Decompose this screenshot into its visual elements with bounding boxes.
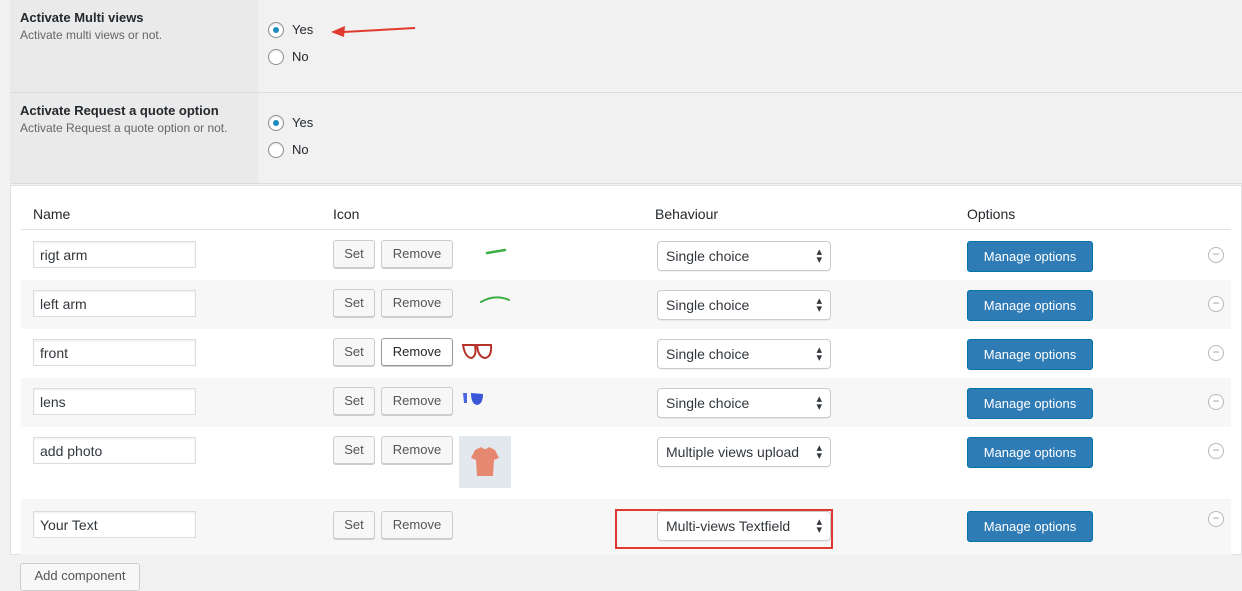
remove-button[interactable]: Remove: [381, 511, 453, 539]
setting-request-quote: Activate Request a quote option Activate…: [10, 93, 1242, 183]
remove-button[interactable]: Remove: [381, 436, 453, 464]
radio-yes[interactable]: Yes: [268, 109, 1242, 136]
manage-options-button[interactable]: Manage options: [967, 511, 1093, 542]
divider: [10, 183, 1242, 184]
radio-label: No: [292, 49, 309, 64]
glasses-frame-icon: [459, 339, 529, 365]
setting-title: Activate Request a quote option: [20, 103, 219, 118]
header-icon: Icon: [333, 206, 360, 222]
manage-options-button[interactable]: Manage options: [967, 241, 1093, 272]
select-value: Single choice: [666, 248, 750, 264]
radio-group: Yes No: [258, 0, 1242, 92]
components-table: Name Icon Behaviour Options rigt arm Set…: [10, 185, 1242, 555]
behaviour-select[interactable]: Multi-views Textfield ▴ ▾: [657, 511, 831, 541]
radio-yes[interactable]: Yes: [268, 16, 1242, 43]
behaviour-select[interactable]: Single choice ▴ ▾: [657, 388, 831, 418]
select-value: Single choice: [666, 346, 750, 362]
setting-label: Activate Multi views Activate multi view…: [10, 0, 258, 92]
table-row: Your Text Set Remove Multi-views Textfie…: [21, 499, 1231, 555]
select-value: Single choice: [666, 297, 750, 313]
blue-lens-icon: [463, 393, 483, 405]
radio-button[interactable]: [268, 21, 284, 38]
behaviour-select[interactable]: Single choice ▴ ▾: [657, 241, 831, 271]
component-name-input[interactable]: lens: [33, 388, 196, 415]
remove-button[interactable]: Remove: [381, 387, 453, 415]
header-behaviour: Behaviour: [655, 206, 719, 222]
set-button[interactable]: Set: [333, 289, 375, 317]
behaviour-select[interactable]: Single choice ▴ ▾: [657, 290, 831, 320]
remove-row-icon[interactable]: −: [1208, 511, 1224, 527]
select-arrows-icon: ▴ ▾: [816, 246, 822, 266]
annotation-arrow-icon: [331, 25, 416, 37]
set-button[interactable]: Set: [333, 436, 375, 464]
add-component-button[interactable]: Add component: [20, 563, 140, 591]
table-row: left arm Set Remove Single choice ▴ ▾ Man…: [21, 280, 1231, 329]
set-button[interactable]: Set: [333, 338, 375, 366]
header-options: Options: [967, 206, 1016, 222]
radio-group: Yes No: [258, 93, 1242, 183]
select-value: Multi-views Textfield: [666, 518, 791, 534]
table-header: Name Icon Behaviour Options: [21, 186, 1231, 230]
component-name-input[interactable]: front: [33, 339, 196, 366]
set-button[interactable]: Set: [333, 387, 375, 415]
remove-button[interactable]: Remove: [381, 240, 453, 268]
green-arm-stroke-icon: [485, 248, 507, 255]
manage-options-button[interactable]: Manage options: [967, 437, 1093, 468]
behaviour-select[interactable]: Single choice ▴ ▾: [657, 339, 831, 369]
table-row: lens Set Remove Single choice ▴ ▾ Manage …: [21, 378, 1231, 427]
radio-no[interactable]: No: [268, 136, 1242, 163]
component-name-input[interactable]: left arm: [33, 290, 196, 317]
setting-title: Activate Multi views: [20, 10, 144, 25]
remove-button[interactable]: Remove: [381, 289, 453, 317]
remove-row-icon[interactable]: −: [1208, 345, 1224, 361]
select-arrows-icon: ▴ ▾: [816, 295, 822, 315]
setting-label: Activate Request a quote option Activate…: [10, 93, 258, 183]
set-button[interactable]: Set: [333, 511, 375, 539]
green-arc-icon: [480, 296, 510, 303]
radio-button[interactable]: [268, 141, 284, 158]
setting-description: Activate Request a quote option or not.: [20, 121, 228, 135]
behaviour-select[interactable]: Multiple views upload ▴ ▾: [657, 437, 831, 467]
select-arrows-icon: ▴ ▾: [816, 442, 822, 462]
manage-options-button[interactable]: Manage options: [967, 290, 1093, 321]
radio-label: Yes: [292, 22, 314, 37]
remove-row-icon[interactable]: −: [1208, 443, 1224, 459]
radio-no[interactable]: No: [268, 43, 1242, 70]
radio-label: No: [292, 142, 309, 157]
manage-options-button[interactable]: Manage options: [967, 339, 1093, 370]
select-arrows-icon: ▴ ▾: [816, 393, 822, 413]
remove-button[interactable]: Remove: [381, 338, 453, 366]
radio-label: Yes: [292, 115, 314, 130]
radio-button[interactable]: [268, 48, 284, 65]
remove-row-icon[interactable]: −: [1208, 296, 1224, 312]
component-name-input[interactable]: Your Text: [33, 511, 196, 538]
select-value: Multiple views upload: [666, 444, 800, 460]
header-name: Name: [33, 206, 71, 222]
select-arrows-icon: ▴ ▾: [816, 516, 822, 536]
setting-description: Activate multi views or not.: [20, 28, 163, 42]
tshirt-icon: [459, 436, 511, 488]
remove-row-icon[interactable]: −: [1208, 247, 1224, 263]
table-row: front Set Remove Single choice ▴ ▾ Manage…: [21, 329, 1231, 378]
select-arrows-icon: ▴ ▾: [816, 344, 822, 364]
setting-multi-views: Activate Multi views Activate multi view…: [10, 0, 1242, 92]
set-button[interactable]: Set: [333, 240, 375, 268]
select-value: Single choice: [666, 395, 750, 411]
table-row: add photo Set Remove Multiple views uplo…: [21, 427, 1231, 499]
remove-row-icon[interactable]: −: [1208, 394, 1224, 410]
table-row: rigt arm Set Remove Single choice ▴ ▾ Man…: [21, 231, 1231, 280]
radio-button[interactable]: [268, 114, 284, 131]
component-name-input[interactable]: rigt arm: [33, 241, 196, 268]
component-name-input[interactable]: add photo: [33, 437, 196, 464]
manage-options-button[interactable]: Manage options: [967, 388, 1093, 419]
